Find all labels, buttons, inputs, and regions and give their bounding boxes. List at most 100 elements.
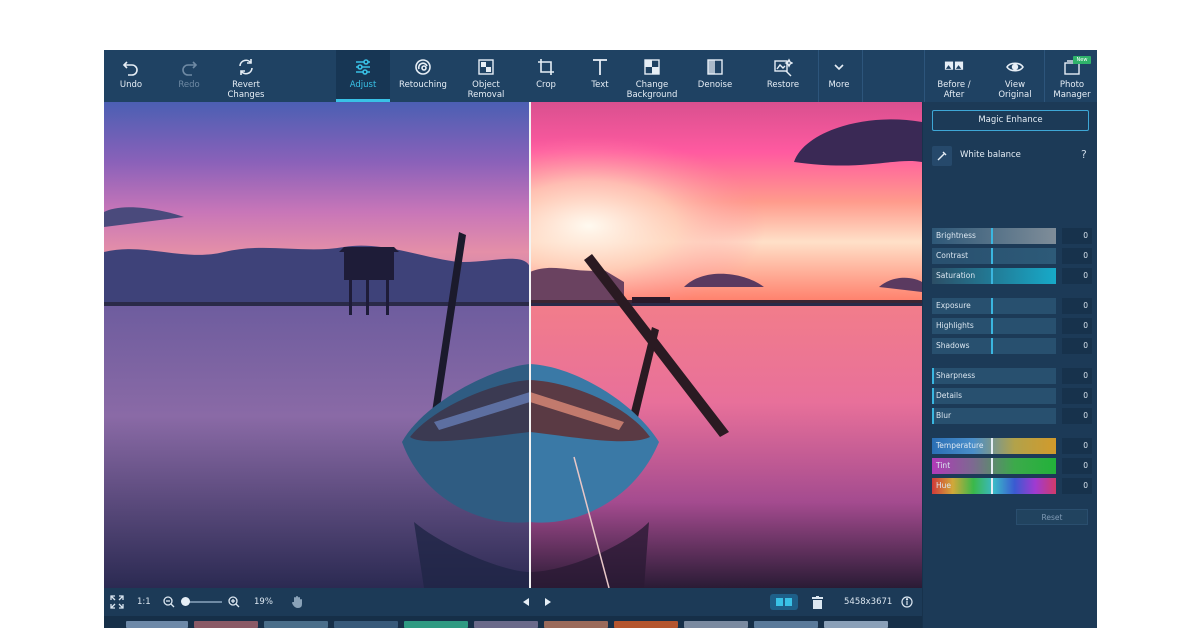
slider-saturation[interactable]: Saturation 0 xyxy=(932,268,1092,284)
slider-value[interactable]: 0 xyxy=(1062,338,1092,354)
slider-blur[interactable]: Blur 0 xyxy=(932,408,1092,424)
slider-handle[interactable] xyxy=(932,368,934,384)
thumbnail[interactable] xyxy=(684,621,748,628)
help-icon[interactable]: ? xyxy=(1081,148,1087,161)
slider-value[interactable]: 0 xyxy=(1062,458,1092,474)
slider-value[interactable]: 0 xyxy=(1062,248,1092,264)
tab-text[interactable]: Text xyxy=(576,50,624,102)
photo-manager-button[interactable]: New Photo Manager xyxy=(1048,50,1096,102)
restore-icon xyxy=(772,56,794,78)
tab-retouching[interactable]: Retouching xyxy=(394,50,452,102)
slider-handle[interactable] xyxy=(991,248,993,264)
slider-label: Blur xyxy=(936,411,952,420)
slider-label: Temperature xyxy=(936,441,984,450)
slider-handle[interactable] xyxy=(991,298,993,314)
white-balance-picker[interactable] xyxy=(932,146,952,166)
next-photo-icon[interactable] xyxy=(543,588,553,616)
thumbnail[interactable] xyxy=(614,621,678,628)
redo-label: Redo xyxy=(178,80,200,90)
slider-handle[interactable] xyxy=(991,458,993,474)
compare-view-button[interactable] xyxy=(770,588,798,616)
slider-value[interactable]: 0 xyxy=(1062,268,1092,284)
slider-exposure[interactable]: Exposure 0 xyxy=(932,298,1092,314)
view-original-button[interactable]: View Original xyxy=(990,50,1040,102)
slider-tint[interactable]: Tint 0 xyxy=(932,458,1092,474)
slider-shadows[interactable]: Shadows 0 xyxy=(932,338,1092,354)
revert-label: Revert Changes xyxy=(227,80,265,100)
thumbnail[interactable] xyxy=(334,621,398,628)
slider-value[interactable]: 0 xyxy=(1062,318,1092,334)
undo-label: Undo xyxy=(119,80,143,90)
undo-button[interactable]: Undo xyxy=(108,50,154,102)
previous-photo-icon[interactable] xyxy=(521,588,531,616)
slider-handle[interactable] xyxy=(991,228,993,244)
slider-handle[interactable] xyxy=(991,268,993,284)
slider-temperature[interactable]: Temperature 0 xyxy=(932,438,1092,454)
photo-canvas[interactable] xyxy=(104,102,922,588)
thumbnail[interactable] xyxy=(474,621,538,628)
zoom-out-icon[interactable] xyxy=(163,588,175,616)
adjust-panel: Magic Enhance White balance ? Brightness… xyxy=(922,102,1097,628)
revert-changes-button[interactable]: Revert Changes xyxy=(220,50,272,102)
slider-handle[interactable] xyxy=(991,438,993,454)
magic-enhance-button[interactable]: Magic Enhance xyxy=(932,110,1089,131)
zoom-in-icon[interactable] xyxy=(228,588,240,616)
tab-object-removal[interactable]: Object Removal xyxy=(458,50,514,102)
slider-label: Saturation xyxy=(936,271,976,280)
toolbar-separator xyxy=(924,50,925,102)
tab-adjust[interactable]: Adjust xyxy=(336,50,390,102)
slider-handle[interactable] xyxy=(991,478,993,494)
slider-label: Exposure xyxy=(936,301,971,310)
tab-restore[interactable]: Restore xyxy=(756,50,810,102)
slider-details[interactable]: Details 0 xyxy=(932,388,1092,404)
reset-button[interactable]: Reset xyxy=(1016,509,1088,525)
chevron-down-icon xyxy=(828,56,850,78)
redo-button[interactable]: Redo xyxy=(166,50,212,102)
before-after-button[interactable]: Before / After xyxy=(928,50,980,102)
slider-label: Sharpness xyxy=(936,371,976,380)
before-after-icon xyxy=(943,56,965,78)
slider-label: Shadows xyxy=(936,341,970,350)
slider-handle[interactable] xyxy=(991,338,993,354)
new-badge: New xyxy=(1073,56,1091,64)
slider-value[interactable]: 0 xyxy=(1062,388,1092,404)
thumbnail[interactable] xyxy=(404,621,468,628)
trash-icon[interactable] xyxy=(812,588,823,616)
slider-highlights[interactable]: Highlights 0 xyxy=(932,318,1092,334)
slider-handle[interactable] xyxy=(932,408,934,424)
hand-tool-icon[interactable] xyxy=(290,588,304,616)
slider-label: Hue xyxy=(936,481,952,490)
thumbnail[interactable] xyxy=(264,621,328,628)
thumbnail[interactable] xyxy=(824,621,888,628)
tab-crop[interactable]: Crop xyxy=(522,50,570,102)
thumbnail[interactable] xyxy=(754,621,818,628)
actual-size-button[interactable]: 1:1 xyxy=(137,588,151,616)
compare-icon xyxy=(770,594,798,610)
denoise-icon xyxy=(704,56,726,78)
fit-screen-icon[interactable] xyxy=(110,588,124,616)
slider-sharpness[interactable]: Sharpness 0 xyxy=(932,368,1092,384)
slider-value[interactable]: 0 xyxy=(1062,368,1092,384)
slider-brightness[interactable]: Brightness 0 xyxy=(932,228,1092,244)
slider-track[interactable] xyxy=(932,458,1056,474)
slider-value[interactable]: 0 xyxy=(1062,408,1092,424)
more-button[interactable]: More xyxy=(818,50,860,102)
slider-value[interactable]: 0 xyxy=(1062,438,1092,454)
slider-handle[interactable] xyxy=(932,388,934,404)
thumbnail[interactable] xyxy=(194,621,258,628)
thumbnail[interactable] xyxy=(126,621,188,628)
slider-value[interactable]: 0 xyxy=(1062,478,1092,494)
zoom-slider-handle[interactable] xyxy=(181,597,190,606)
tab-change-background[interactable]: Change Background xyxy=(624,50,680,102)
slider-contrast[interactable]: Contrast 0 xyxy=(932,248,1092,264)
slider-hue[interactable]: Hue 0 xyxy=(932,478,1092,494)
slider-value[interactable]: 0 xyxy=(1062,228,1092,244)
tab-denoise[interactable]: Denoise xyxy=(690,50,740,102)
info-icon[interactable] xyxy=(901,588,913,616)
thumbnail[interactable] xyxy=(544,621,608,628)
slider-handle[interactable] xyxy=(991,318,993,334)
sliders-icon xyxy=(352,56,374,78)
toolbar-separator xyxy=(862,50,863,102)
slider-value[interactable]: 0 xyxy=(1062,298,1092,314)
slider-label: Contrast xyxy=(936,251,969,260)
